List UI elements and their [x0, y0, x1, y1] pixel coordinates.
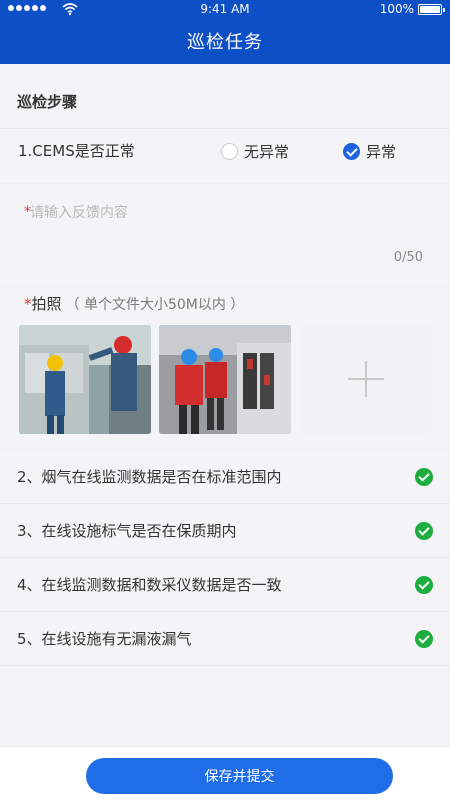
top-bar: 9:41 AM 100% 巡检任务: [0, 0, 450, 64]
photo-thumbnail-2[interactable]: [159, 325, 291, 434]
photo-title: 拍照: [31, 295, 62, 313]
step-label: 5、在线设施有无漏液漏气: [17, 630, 192, 648]
battery-icon: [418, 4, 445, 15]
step-item-4[interactable]: 4、在线监测数据和数采仪数据是否一致: [0, 558, 450, 612]
step-item-2[interactable]: 2、烟气在线监测数据是否在标准范围内: [0, 450, 450, 504]
radio-abnormal-label: 异常: [366, 143, 397, 161]
status-bar: 9:41 AM 100%: [0, 0, 450, 20]
radio-circle-icon: [221, 143, 238, 160]
section-title: 巡检步骤: [17, 93, 78, 111]
bottom-bar: 保存并提交: [0, 746, 450, 800]
step-label: 2、烟气在线监测数据是否在标准范围内: [17, 468, 282, 486]
page-title: 巡检任务: [187, 32, 263, 53]
step-item-5[interactable]: 5、在线设施有无漏液漏气: [0, 612, 450, 666]
radio-normal-label: 无异常: [244, 143, 290, 161]
photo-label: *拍照（ 单个文件大小50M以内 ）: [24, 293, 244, 314]
required-mark: *: [24, 295, 32, 313]
step-label: 4、在线监测数据和数采仪数据是否一致: [17, 576, 282, 594]
check-circle-icon: [415, 576, 433, 594]
question-label: 1.CEMS是否正常: [18, 142, 135, 160]
feedback-input[interactable]: [30, 202, 430, 262]
photo-section: *拍照（ 单个文件大小50M以内 ）: [0, 287, 450, 450]
photo-thumbnail-1[interactable]: [19, 325, 151, 434]
radio-checked-icon: [343, 143, 360, 160]
battery-percent: 100%: [379, 2, 414, 16]
check-circle-icon: [415, 522, 433, 540]
check-circle-icon: [415, 630, 433, 648]
section-header: 巡检步骤: [0, 64, 450, 129]
radio-abnormal[interactable]: 异常: [343, 141, 396, 162]
radio-normal[interactable]: 无异常: [221, 141, 289, 162]
step-item-3[interactable]: 3、在线设施标气是否在保质期内: [0, 504, 450, 558]
check-circle-icon: [415, 468, 433, 486]
question-cems: 1.CEMS是否正常 无异常 异常: [0, 129, 450, 184]
step-label: 3、在线设施标气是否在保质期内: [17, 522, 237, 540]
add-photo-button[interactable]: [300, 325, 431, 434]
feedback-section: * 0/50: [0, 184, 450, 287]
photo-hint: （ 单个文件大小50M以内 ）: [65, 297, 245, 313]
char-counter: 0/50: [393, 250, 423, 265]
save-submit-button[interactable]: 保存并提交: [86, 758, 393, 794]
